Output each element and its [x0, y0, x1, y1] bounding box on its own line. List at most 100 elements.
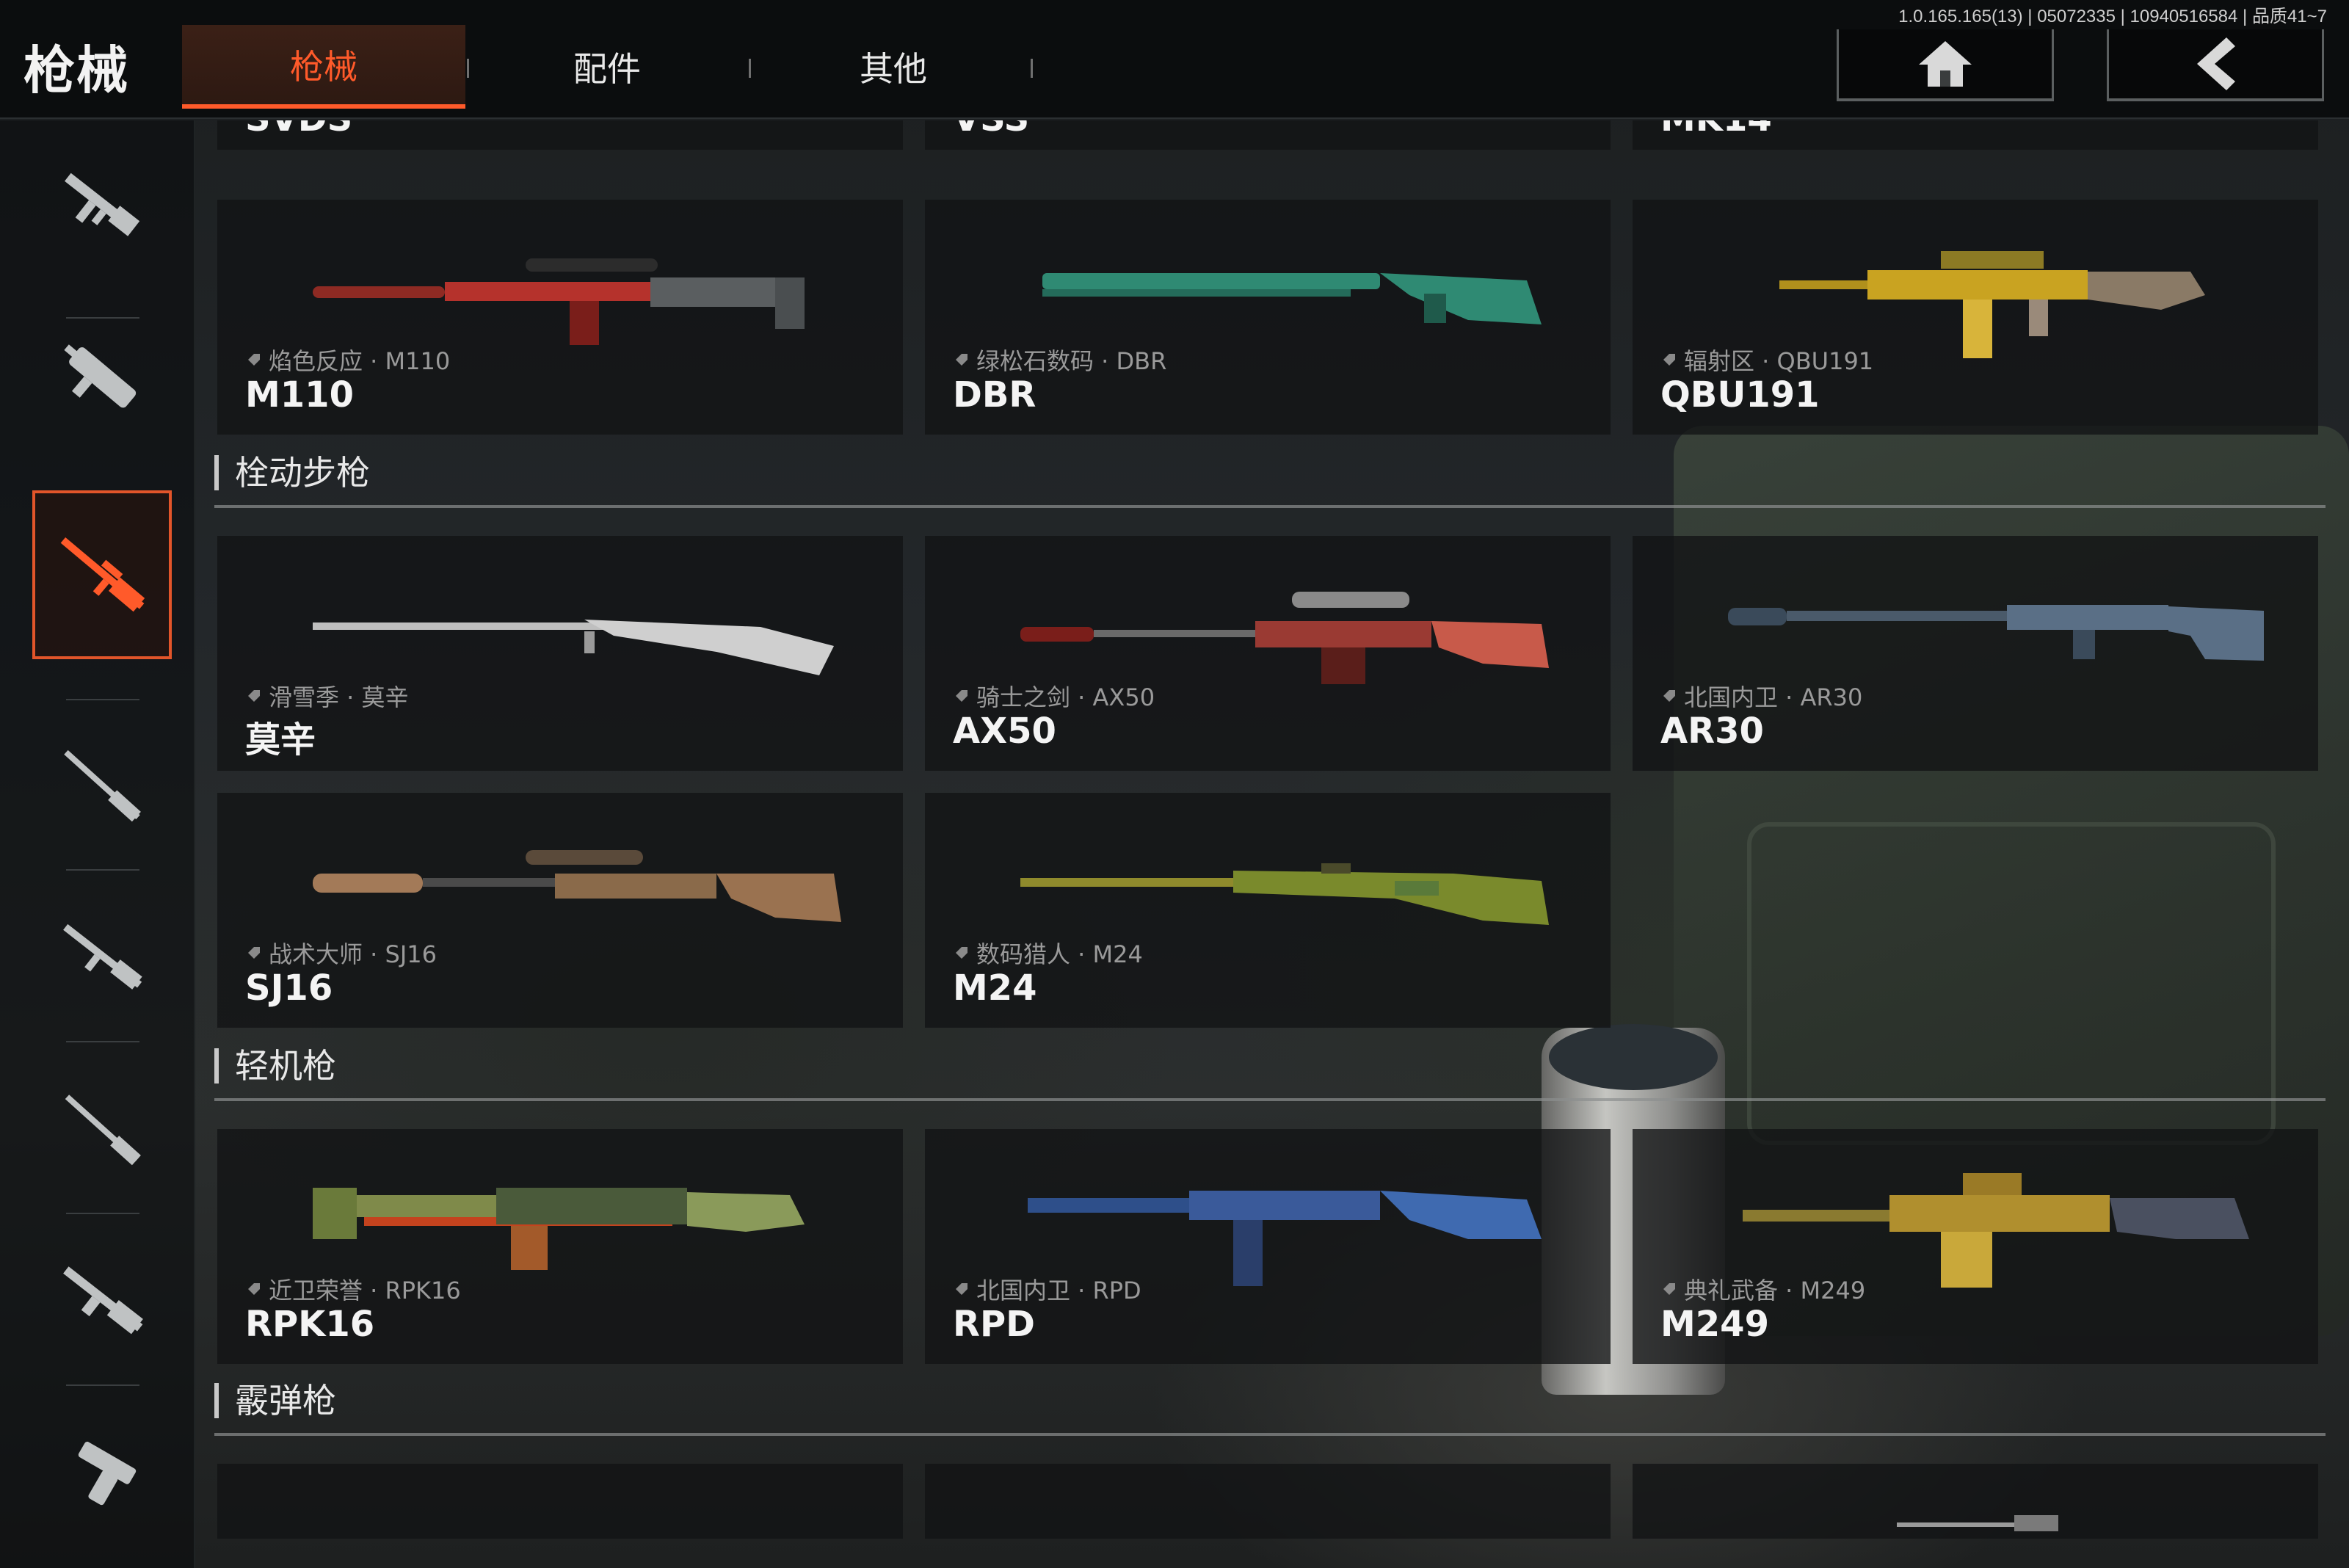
- sj16-rifle-image: [313, 850, 841, 922]
- back-button[interactable]: [2107, 29, 2324, 101]
- weapon-name: M110: [245, 374, 354, 415]
- weapon-card-qbu191[interactable]: 辐射区 · QBU191 QBU191: [1633, 200, 2318, 435]
- tag-icon: [956, 354, 967, 366]
- top-bar: 枪械 枪械 配件 其他 1.0.165.165(13) | 05072335 |…: [0, 0, 2349, 119]
- version-info: 1.0.165.165(13) | 05072335 | 10940516584…: [1898, 7, 2327, 26]
- sidebar-divider: [66, 1213, 139, 1214]
- skin-label: 数码猎人 · M24: [953, 936, 1143, 970]
- section-title-lmg: 轻机枪: [214, 1048, 336, 1084]
- sidebar-item-bolt-rifle[interactable]: [32, 700, 172, 869]
- weapon-card[interactable]: SVDS: [217, 120, 903, 150]
- weapon-name: RPD: [953, 1304, 1035, 1345]
- weapon-card-mosin[interactable]: 滑雪季 · 莫辛 莫辛: [217, 536, 903, 771]
- weapon-name: M249: [1660, 1304, 1769, 1345]
- tag-icon: [1663, 690, 1675, 702]
- ax50-rifle-image: [1020, 592, 1549, 684]
- weapon-card-rpk16[interactable]: 近卫荣誉 · RPK16 RPK16: [217, 1129, 903, 1364]
- tag-icon: [248, 1283, 260, 1295]
- tag-icon: [1663, 354, 1675, 366]
- weapon-card[interactable]: VSS: [925, 120, 1611, 150]
- weapon-name: DBR: [953, 374, 1036, 415]
- skin-label: 典礼武备 · M249: [1660, 1272, 1865, 1306]
- dbr-rifle-image: [1042, 273, 1542, 324]
- tab-divider: [749, 59, 751, 78]
- weapon-card[interactable]: [217, 1464, 903, 1539]
- weapon-card-dbr[interactable]: 绿松石数码 · DBR DBR: [925, 200, 1611, 435]
- tab-attachments[interactable]: 配件: [465, 25, 749, 109]
- ar30-rifle-image: [1728, 605, 2264, 661]
- m249-lmg-image: [1743, 1173, 2249, 1288]
- sidebar-item-pistol[interactable]: [32, 1387, 172, 1556]
- weapon-card[interactable]: [1633, 1464, 2318, 1539]
- skin-label: 焰色反应 · M110: [245, 343, 450, 377]
- tag-icon: [1663, 1283, 1675, 1295]
- smg-icon: [64, 344, 137, 408]
- lmg-icon: [63, 1266, 143, 1335]
- skin-label: 滑雪季 · 莫辛: [245, 679, 409, 713]
- section-divider: [214, 1098, 2326, 1101]
- rpd-lmg-image: [1028, 1191, 1542, 1286]
- sidebar-item-lmg[interactable]: [32, 1216, 172, 1384]
- sidebar-divider: [66, 1041, 139, 1042]
- skin-label: 辐射区 · QBU191: [1660, 343, 1873, 377]
- weapon-card-m249[interactable]: 典礼武备 · M249 M249: [1633, 1129, 2318, 1364]
- weapon-name: VSS: [953, 120, 1029, 139]
- weapon-name: RPK16: [245, 1304, 375, 1345]
- section-divider: [214, 1433, 2326, 1436]
- tab-label: 配件: [573, 49, 641, 89]
- m110-rifle-image: [313, 258, 805, 345]
- weapon-card-ax50[interactable]: 骑士之剑 · AX50 AX50: [925, 536, 1611, 771]
- shotgun-icon: [65, 1095, 141, 1166]
- weapon-card-m24[interactable]: 数码猎人 · M24 M24: [925, 793, 1611, 1028]
- weapon-name: AX50: [953, 711, 1056, 752]
- rifle-icon: [63, 923, 142, 990]
- sidebar-item-assault-rifle[interactable]: [32, 120, 172, 289]
- weapon-name: QBU191: [1660, 374, 1820, 415]
- weapon-card-sj16[interactable]: 战术大师 · SJ16 SJ16: [217, 793, 903, 1028]
- weapon-name: AR30: [1660, 711, 1764, 752]
- weapon-name: SVDS: [245, 120, 352, 139]
- weapon-name: M24: [953, 968, 1037, 1009]
- tab-label: 枪械: [290, 47, 357, 87]
- tab-label: 其他: [860, 49, 927, 89]
- sidebar-item-smg[interactable]: [32, 294, 172, 462]
- section-divider: [214, 505, 2326, 508]
- weapon-card[interactable]: [925, 1464, 1611, 1539]
- tag-icon: [956, 690, 967, 702]
- sniper-rifle-icon: [60, 537, 145, 612]
- mosin-rifle-image: [313, 620, 834, 675]
- skin-label: 近卫荣誉 · RPK16: [245, 1272, 461, 1306]
- bolt-rifle-icon: [64, 749, 141, 822]
- weapon-card-ar30[interactable]: 北国内卫 · AR30 AR30: [1633, 536, 2318, 771]
- rpk16-lmg-image: [313, 1188, 805, 1270]
- skin-label: 骑士之剑 · AX50: [953, 679, 1155, 713]
- weapon-name: SJ16: [245, 968, 333, 1009]
- tag-icon: [248, 690, 260, 702]
- weapon-card-rpd[interactable]: 北国内卫 · RPD RPD: [925, 1129, 1611, 1364]
- sidebar-item-shotgun[interactable]: [32, 1044, 172, 1213]
- tag-icon: [956, 1283, 967, 1295]
- weapon-card[interactable]: MK14: [1633, 120, 2318, 150]
- tab-guns[interactable]: 枪械: [182, 25, 465, 109]
- skin-label: 北国内卫 · RPD: [953, 1272, 1141, 1306]
- pistol-icon: [78, 1441, 137, 1506]
- qbu191-rifle-image: [1779, 251, 2205, 358]
- skin-label: 战术大师 · SJ16: [245, 936, 437, 970]
- m24-rifle-image: [1020, 863, 1549, 925]
- skin-label: 绿松石数码 · DBR: [953, 343, 1166, 377]
- sidebar-divider: [66, 869, 139, 871]
- sidebar-item-sniper-rifle[interactable]: [32, 490, 172, 659]
- weapon-name: 莫辛: [245, 719, 316, 761]
- weapon-name: MK14: [1660, 120, 1772, 139]
- tag-icon: [248, 947, 260, 959]
- sidebar-item-rifle[interactable]: [32, 872, 172, 1041]
- shotgun-image: [1897, 1515, 2058, 1531]
- weapon-card-m110[interactable]: 焰色反应 · M110 M110: [217, 200, 903, 435]
- home-button[interactable]: [1837, 29, 2054, 101]
- assault-rifle-icon: [65, 173, 140, 236]
- home-icon: [1919, 41, 1972, 87]
- tab-divider: [1031, 59, 1033, 78]
- sidebar-divider: [66, 1384, 139, 1386]
- chevron-left-icon: [2197, 37, 2235, 90]
- tab-other[interactable]: 其他: [752, 25, 1035, 109]
